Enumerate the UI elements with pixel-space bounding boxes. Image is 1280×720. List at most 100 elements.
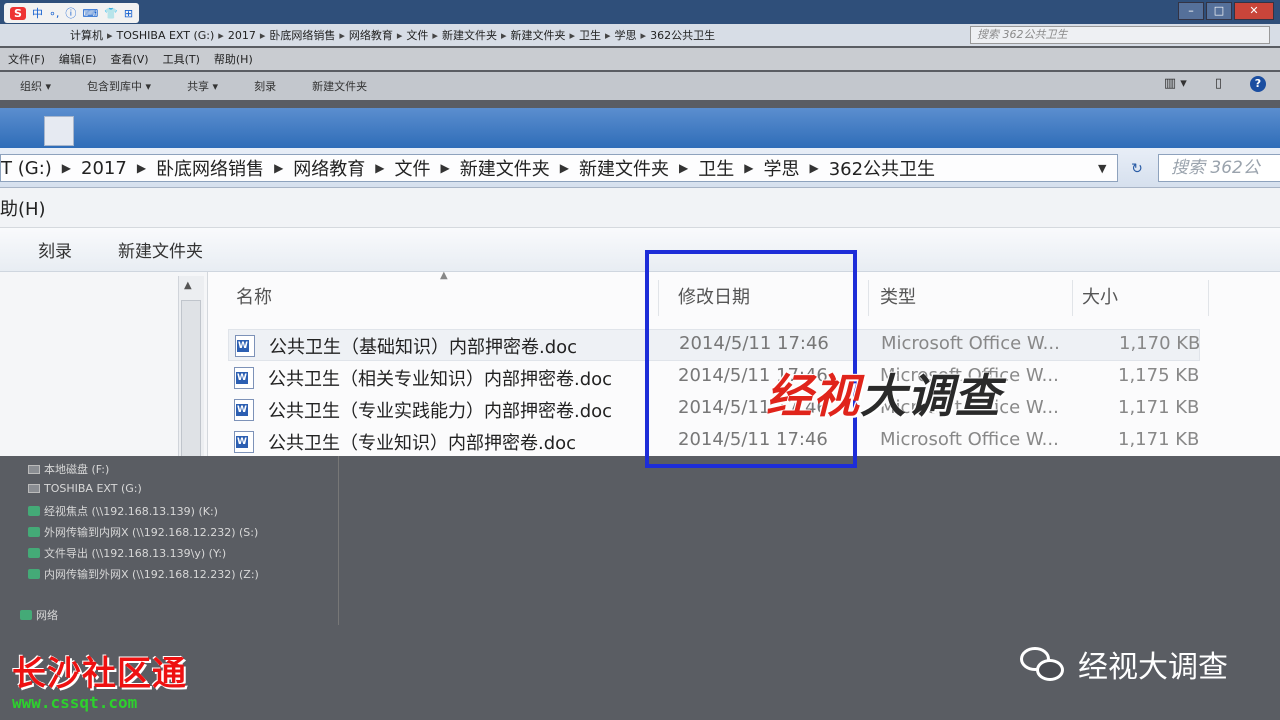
chevron-right-icon[interactable]: ▶ [274,161,283,175]
file-name: 公共卫生（专业知识）内部押密卷.doc [268,433,577,454]
burn-button[interactable]: 刻录 [38,237,72,262]
nav-item-network[interactable]: 网络 [20,607,58,623]
minimize-button[interactable]: – [1178,2,1204,20]
nav-item-label: 文件导出 (\\192.168.13.139\y) (Y:) [44,547,227,560]
menu-edit[interactable]: 编辑(E) [59,51,97,67]
scroll-up-icon[interactable]: ▲ [184,280,192,291]
file-size: 1,175 KB [1118,365,1200,386]
burn-button[interactable]: 刻录 [254,78,276,94]
file-size: 1,170 KB [1119,333,1201,354]
column-header-type[interactable]: 类型 [880,278,916,318]
chevron-right-icon[interactable]: ▶ [62,161,71,175]
bg-crumb[interactable]: 2017 [228,29,256,42]
breadcrumb-item[interactable]: 文件 [395,155,431,181]
chevron-right-icon[interactable]: ▶ [744,161,753,175]
nav-item-label: TOSHIBA EXT (G:) [44,482,142,495]
ime-skin-icon[interactable]: 👕 [104,7,118,20]
include-in-library-button[interactable]: 包含到库中 ▾ [87,78,151,94]
chevron-right-icon[interactable]: ▶ [679,161,688,175]
file-size: 1,171 KB [1118,397,1200,418]
date-column-highlight [645,250,857,468]
network-icon [20,610,32,620]
new-folder-button[interactable]: 新建文件夹 [118,237,203,262]
search-input[interactable]: 搜索 362公 [1158,154,1280,182]
bg-crumb[interactable]: TOSHIBA EXT (G:) [117,29,215,42]
breadcrumb-item[interactable]: 卧底网络销售 [156,155,264,181]
bg-crumb[interactable]: 网络教育 [349,27,393,43]
breadcrumb-item[interactable]: 卫生 [698,155,734,181]
word-document-icon [234,399,254,421]
menu-file[interactable]: 文件(F) [8,51,45,67]
bg-crumb[interactable]: 文件 [406,27,428,43]
maximize-button[interactable]: □ [1206,2,1232,20]
breadcrumb-item[interactable]: 362公共卫生 [829,155,935,181]
nav-item-drive-f[interactable]: 本地磁盘 (F:) [28,461,109,477]
bg-search-input[interactable]: 搜索 362公共卫生 [970,26,1270,44]
ime-mode-icon[interactable]: 中 [32,5,43,21]
close-button[interactable]: ✕ [1234,2,1274,20]
ime-punct-icon[interactable]: ∘, [49,7,59,20]
chevron-right-icon[interactable]: ▶ [809,161,818,175]
nav-item-label: 内网传输到外网X (\\192.168.12.232) (Z:) [44,568,259,581]
preview-pane-icon[interactable]: ▯ [1215,76,1222,92]
bg-crumb[interactable]: 卫生 [579,27,601,43]
chevron-right-icon[interactable]: ▶ [375,161,384,175]
network-drive-icon [28,506,40,516]
ime-tools-icon[interactable]: ⊞ [124,7,133,20]
refresh-icon[interactable]: ↻ [1124,156,1150,182]
nav-item-drive-k[interactable]: 经视焦点 (\\192.168.13.139) (K:) [28,503,218,519]
bg-crumb[interactable]: 学思 [615,27,637,43]
breadcrumb-item[interactable]: 学思 [763,155,799,181]
menu-help[interactable]: 助(H) [0,195,46,221]
drive-icon [28,464,40,474]
nav-item-drive-z[interactable]: 内网传输到外网X (\\192.168.12.232) (Z:) [28,566,259,582]
ime-voice-icon[interactable]: ⓘ [65,5,76,21]
breadcrumb-item[interactable]: 新建文件夹 [460,155,550,181]
new-folder-button[interactable]: 新建文件夹 [312,78,367,94]
bg-toolbar-right: ▥ ▾ ▯ ? [1164,76,1266,92]
nav-scroll-thumb[interactable] [181,300,201,456]
wechat-account-name: 经视大调查 [1078,650,1228,685]
address-dropdown-icon[interactable]: ▼ [1098,162,1106,175]
breadcrumb-item[interactable]: T (G:) [1,158,52,179]
breadcrumb[interactable]: T (G:) ▶ 2017 ▶ 卧底网络销售 ▶ 网络教育 ▶ 文件 ▶ 新建文件夹 ▶ 新… [0,154,1118,182]
column-header-name[interactable]: 名称 [236,278,272,318]
bg-nav-scrollbar[interactable] [338,455,354,625]
bg-crumb[interactable]: 卧底网络销售 [269,27,335,43]
breadcrumb-item[interactable]: 网络教育 [293,155,365,181]
column-divider[interactable] [868,280,869,316]
network-drive-icon [28,569,40,579]
ime-toolbar[interactable]: S 中 ∘, ⓘ ⌨ 👕 ⊞ [4,3,140,23]
share-button[interactable]: 共享 ▾ [187,78,218,94]
help-icon[interactable]: ? [1250,76,1266,92]
menu-help[interactable]: 帮助(H) [214,51,253,67]
menu-view[interactable]: 查看(V) [110,51,148,67]
word-document-icon [234,367,254,389]
breadcrumb-item[interactable]: 新建文件夹 [579,155,669,181]
network-drive-icon [28,527,40,537]
chevron-right-icon[interactable]: ▶ [560,161,569,175]
program-logo-dark: 大调查 [860,369,1001,423]
nav-item-drive-y[interactable]: 文件导出 (\\192.168.13.139\y) (Y:) [28,545,226,561]
nav-item-label: 外网传输到内网X (\\192.168.12.232) (S:) [44,526,259,539]
chevron-right-icon[interactable]: ▶ [441,161,450,175]
column-header-size[interactable]: 大小 [1082,278,1118,318]
organize-button[interactable]: 组织 ▾ [20,78,51,94]
nav-item-drive-s[interactable]: 外网传输到内网X (\\192.168.12.232) (S:) [28,524,258,540]
bg-crumb[interactable]: 新建文件夹 [442,27,497,43]
network-drive-icon [28,548,40,558]
drive-icon [28,484,40,493]
nav-item-drive-g[interactable]: TOSHIBA EXT (G:) [28,482,142,495]
bg-crumb[interactable]: 计算机 [70,27,103,43]
breadcrumb-item[interactable]: 2017 [81,158,127,179]
bg-crumb[interactable]: 362公共卫生 [650,27,715,43]
view-options-icon[interactable]: ▥ ▾ [1164,76,1187,92]
chevron-right-icon[interactable]: ▶ [137,161,146,175]
ime-keyboard-icon[interactable]: ⌨ [82,7,98,20]
ime-logo-icon[interactable]: S [10,6,26,20]
file-size: 1,171 KB [1118,429,1200,450]
bg-crumb[interactable]: 新建文件夹 [510,27,565,43]
column-divider[interactable] [1072,280,1073,316]
menu-tools[interactable]: 工具(T) [163,51,200,67]
column-divider[interactable] [1208,280,1209,316]
